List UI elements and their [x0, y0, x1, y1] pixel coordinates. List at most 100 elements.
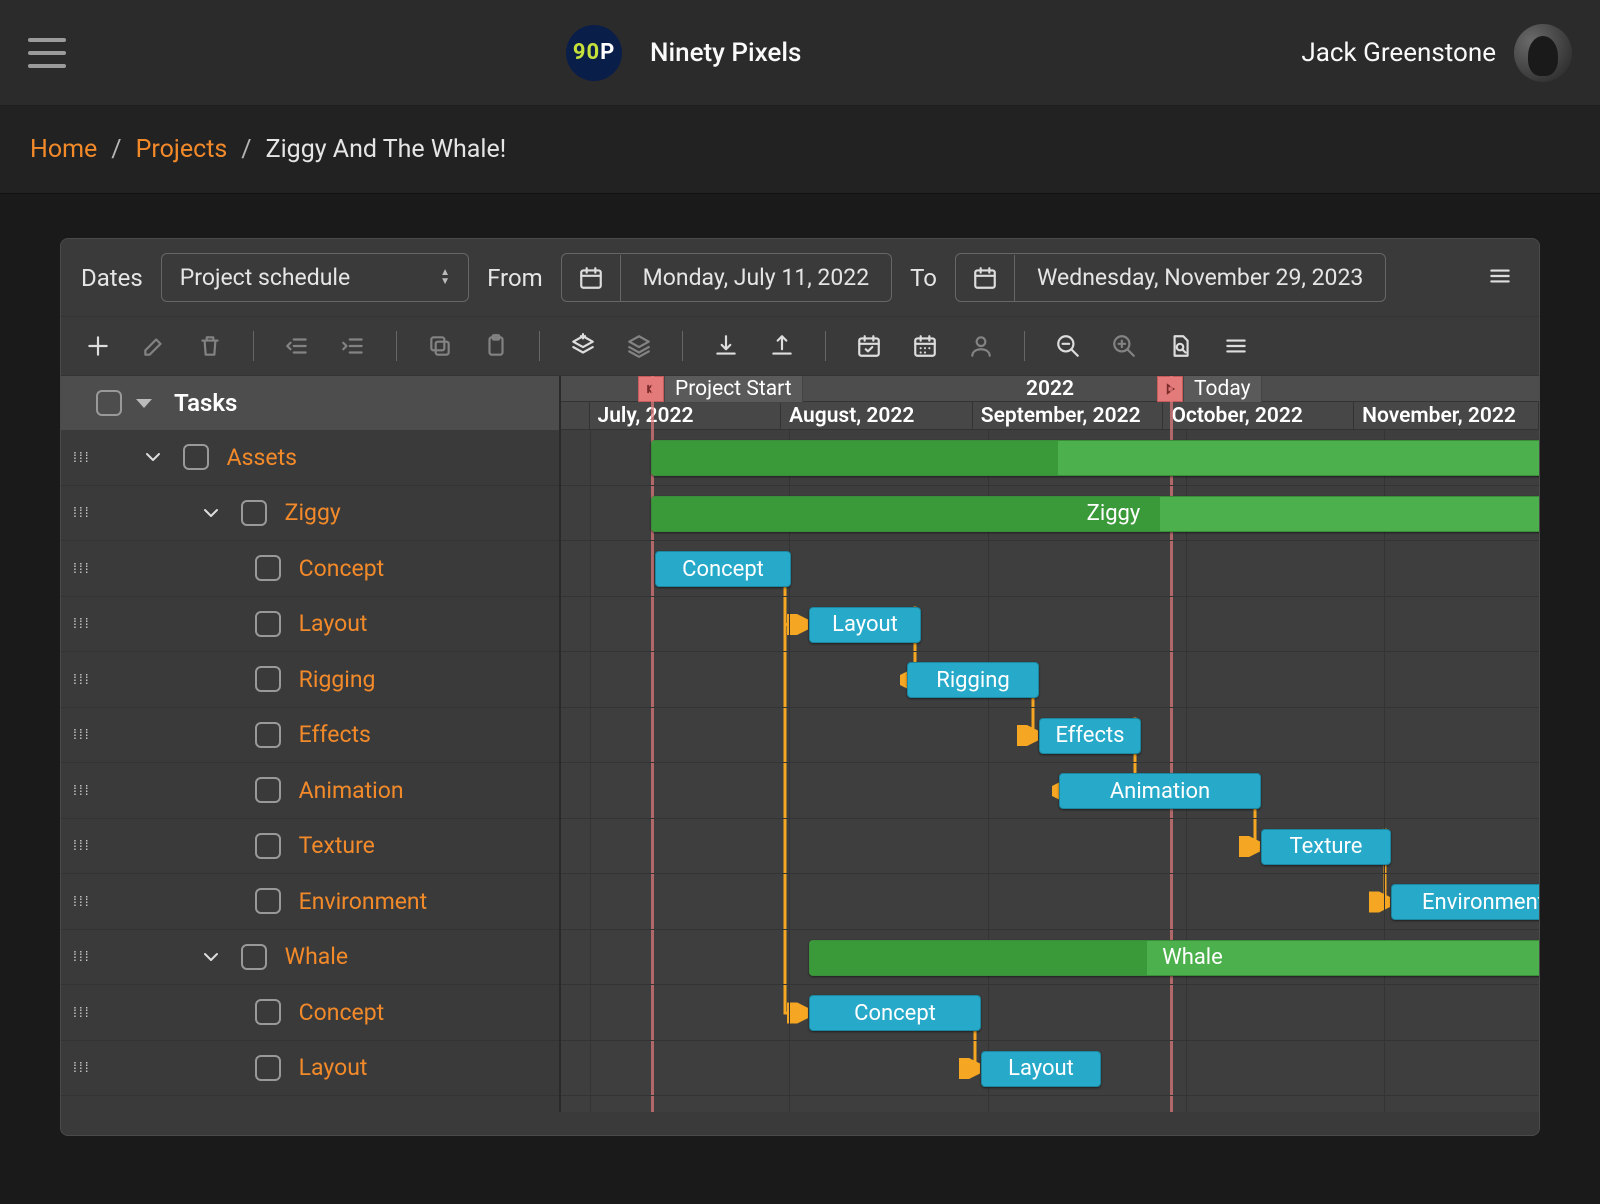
task-checkbox[interactable] — [255, 666, 281, 692]
task-checkbox[interactable] — [255, 833, 281, 859]
task-link[interactable]: Whale — [285, 943, 348, 970]
timeline-year: 2022 — [1026, 377, 1074, 401]
zoom-in-button[interactable] — [1109, 331, 1139, 361]
main-menu-button[interactable] — [28, 38, 66, 68]
calendar-check-button[interactable] — [854, 331, 884, 361]
task-checkbox[interactable] — [255, 777, 281, 803]
expand-toggle-icon[interactable] — [199, 500, 223, 526]
gantt-bar-ziggy[interactable]: Ziggy — [651, 496, 1539, 532]
drag-handle-icon[interactable]: ⁞⁞⁞ — [73, 893, 91, 910]
drag-handle-icon[interactable]: ⁞⁞⁞ — [73, 504, 91, 521]
task-checkbox[interactable] — [255, 555, 281, 581]
gantt-bar-layout[interactable]: Layout — [809, 607, 921, 643]
gantt-bar-assets[interactable] — [651, 440, 1539, 476]
person-button[interactable] — [966, 331, 996, 361]
import-button[interactable] — [711, 331, 741, 361]
task-checkbox[interactable] — [255, 999, 281, 1025]
task-checkbox[interactable] — [255, 611, 281, 637]
drag-handle-icon[interactable]: ⁞⁞⁞ — [73, 449, 91, 466]
tree-header-caret-icon[interactable] — [136, 399, 152, 408]
gantt-bar-wlayout[interactable]: Layout — [981, 1051, 1101, 1087]
gantt-bar-rigging[interactable]: Rigging — [907, 662, 1039, 698]
drag-handle-icon[interactable]: ⁞⁞⁞ — [73, 782, 91, 799]
task-checkbox[interactable] — [255, 722, 281, 748]
breadcrumb-home[interactable]: Home — [30, 135, 97, 164]
outdent-button[interactable] — [282, 331, 312, 361]
indent-button[interactable] — [338, 331, 368, 361]
drag-handle-icon[interactable]: ⁞⁞⁞ — [73, 560, 91, 577]
delete-button[interactable] — [195, 331, 225, 361]
task-link[interactable]: Texture — [299, 832, 375, 859]
task-link[interactable]: Concept — [299, 555, 384, 582]
gantt-bar-label: Animation — [1110, 779, 1210, 804]
task-link[interactable]: Ziggy — [285, 499, 341, 526]
drag-handle-icon[interactable]: ⁞⁞⁞ — [73, 837, 91, 854]
task-link[interactable]: Layout — [299, 1054, 368, 1081]
zoom-out-button[interactable] — [1053, 331, 1083, 361]
gantt-bar-effects[interactable]: Effects — [1039, 718, 1141, 754]
select-all-checkbox[interactable] — [96, 390, 122, 416]
drag-handle-icon[interactable]: ⁞⁞⁞ — [73, 726, 91, 743]
task-row-assets[interactable]: ⁞⁞⁞ Assets — [61, 430, 559, 486]
drag-handle-icon[interactable]: ⁞⁞⁞ — [73, 1004, 91, 1021]
task-checkbox[interactable] — [255, 1055, 281, 1081]
calendar-grid-button[interactable] — [910, 331, 940, 361]
task-row-layout[interactable]: ⁞⁞⁞ Layout — [61, 597, 559, 653]
paste-button[interactable] — [481, 331, 511, 361]
from-date-picker[interactable]: Monday, July 11, 2022 — [561, 253, 892, 302]
task-link[interactable]: Environment — [299, 888, 428, 915]
gantt-bar-animation[interactable]: Animation — [1059, 773, 1261, 809]
drag-handle-icon[interactable]: ⁞⁞⁞ — [73, 671, 91, 688]
to-date-picker[interactable]: Wednesday, November 29, 2023 — [955, 253, 1386, 302]
task-row-wconcept[interactable]: ⁞⁞⁞ Concept — [61, 985, 559, 1041]
document-find-button[interactable] — [1165, 331, 1195, 361]
project-start-marker[interactable]: Project Start — [638, 376, 803, 402]
task-row-concept[interactable]: ⁞⁞⁞ Concept — [61, 541, 559, 597]
task-row-texture[interactable]: ⁞⁞⁞ Texture — [61, 819, 559, 875]
drag-handle-icon[interactable]: ⁞⁞⁞ — [73, 948, 91, 965]
copy-button[interactable] — [425, 331, 455, 361]
expand-toggle-icon[interactable] — [141, 444, 165, 470]
task-row-env[interactable]: ⁞⁞⁞ Environment — [61, 874, 559, 930]
more-menu-button[interactable] — [1221, 331, 1251, 361]
layers-add-button[interactable] — [568, 331, 598, 361]
task-link[interactable]: Rigging — [299, 666, 376, 693]
drag-handle-icon[interactable]: ⁞⁞⁞ — [73, 615, 91, 632]
gantt-bar-wconcept[interactable]: Concept — [809, 995, 981, 1031]
task-row-rigging[interactable]: ⁞⁞⁞ Rigging — [61, 652, 559, 708]
dates-label: Dates — [81, 264, 143, 292]
task-checkbox[interactable] — [241, 500, 267, 526]
from-label: From — [487, 264, 543, 292]
user-menu[interactable]: Jack Greenstone — [1301, 24, 1572, 82]
gantt-chart[interactable]: 2022 Project Start Today July, 2022Augus… — [561, 376, 1539, 1112]
gantt-bar-env[interactable]: Environment — [1391, 884, 1539, 920]
export-button[interactable] — [767, 331, 797, 361]
gantt-bar-texture[interactable]: Texture — [1261, 829, 1391, 865]
task-link[interactable]: Assets — [227, 444, 297, 471]
gantt-bar-whale[interactable]: Whale — [809, 940, 1539, 976]
gantt-bar-concept[interactable]: Concept — [655, 551, 791, 587]
edit-button[interactable] — [139, 331, 169, 361]
task-link[interactable]: Concept — [299, 999, 384, 1026]
panel-menu-icon[interactable] — [1481, 257, 1519, 299]
task-checkbox[interactable] — [241, 944, 267, 970]
add-button[interactable] — [83, 331, 113, 361]
month-cell: July, 2022 — [590, 402, 782, 429]
avatar[interactable] — [1514, 24, 1572, 82]
task-checkbox[interactable] — [183, 444, 209, 470]
task-row-wlayout[interactable]: ⁞⁞⁞ Layout — [61, 1041, 559, 1097]
task-row-effects[interactable]: ⁞⁞⁞ Effects — [61, 708, 559, 764]
task-link[interactable]: Layout — [299, 610, 368, 637]
schedule-select[interactable]: Project schedule ▲▼ — [161, 253, 469, 302]
task-row-ziggy[interactable]: ⁞⁞⁞ Ziggy — [61, 486, 559, 542]
task-link[interactable]: Effects — [299, 721, 371, 748]
task-row-animation[interactable]: ⁞⁞⁞ Animation — [61, 763, 559, 819]
layers-button[interactable] — [624, 331, 654, 361]
expand-toggle-icon[interactable] — [199, 944, 223, 970]
task-checkbox[interactable] — [255, 888, 281, 914]
drag-handle-icon[interactable]: ⁞⁞⁞ — [73, 1059, 91, 1076]
logo-90: 90 — [573, 40, 600, 65]
breadcrumb-projects[interactable]: Projects — [136, 135, 228, 164]
task-row-whale[interactable]: ⁞⁞⁞ Whale — [61, 930, 559, 986]
task-link[interactable]: Animation — [299, 777, 404, 804]
